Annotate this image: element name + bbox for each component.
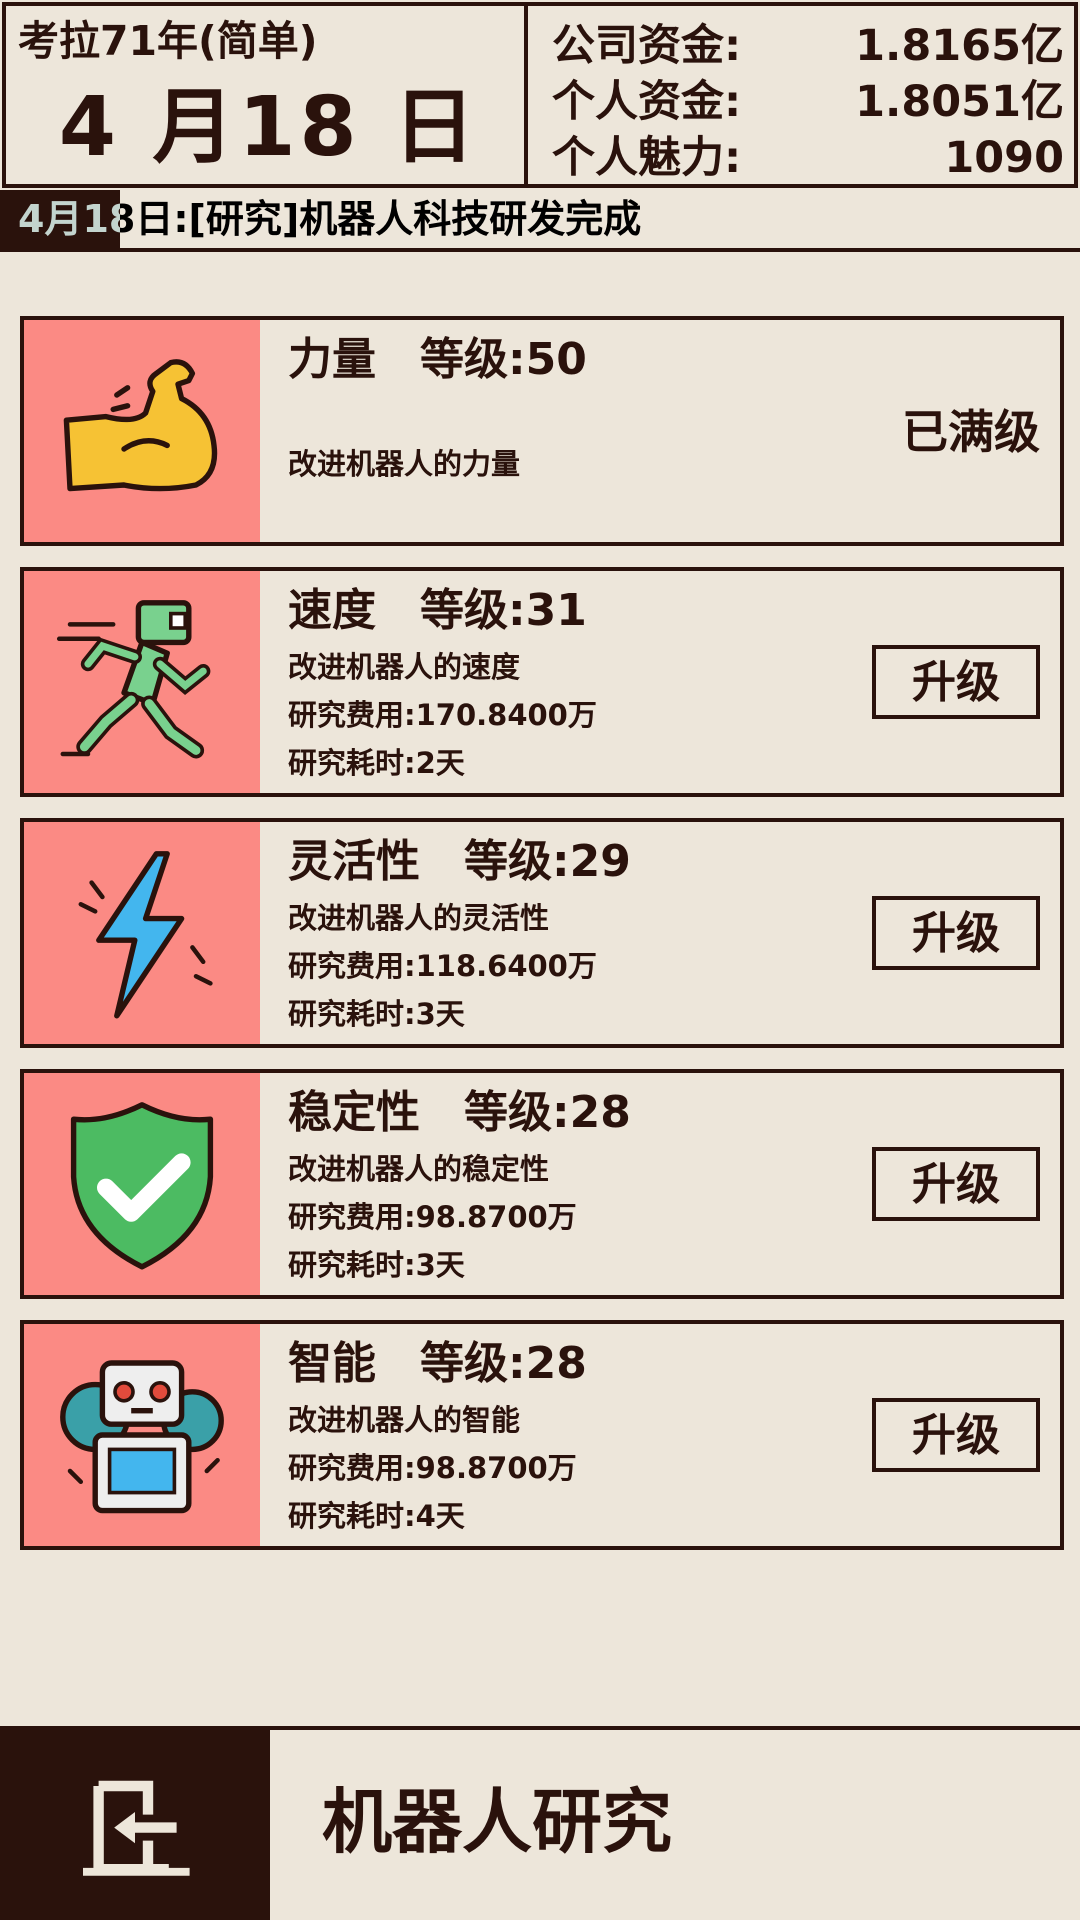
charm-row: 个人魅力: 1090 <box>552 132 1064 184</box>
company-funds-value: 1.8165亿 <box>855 21 1064 71</box>
research-duration: 研究耗时:3天 <box>288 1248 465 1282</box>
funds-panel: 公司资金: 1.8165亿 个人资金: 1.8051亿 个人魅力: 1090 <box>528 2 1078 188</box>
current-date: 4 月18 日 <box>58 80 480 175</box>
research-duration: 研究耗时:3天 <box>288 997 465 1031</box>
page-title: 机器人研究 <box>322 1781 672 1863</box>
company-funds-row: 公司资金: 1.8165亿 <box>552 20 1064 72</box>
lightning-bolt-icon <box>78 851 213 1019</box>
flexed-arm-icon <box>63 359 218 492</box>
research-description: 改进机器人的速度 <box>288 650 521 684</box>
research-duration: 研究耗时:4天 <box>288 1499 465 1533</box>
research-duration: 研究耗时:2天 <box>288 746 465 780</box>
icon-panel <box>24 571 260 793</box>
personal-funds-label: 个人资金: <box>552 77 742 127</box>
game-mode-label: 考拉71年(简单) <box>18 17 318 65</box>
research-description: 改进机器人的稳定性 <box>288 1152 550 1186</box>
research-title: 速度 等级:31 <box>288 585 587 636</box>
research-description: 改进机器人的力量 <box>288 447 521 481</box>
research-description: 改进机器人的灵活性 <box>288 901 550 935</box>
icon-panel <box>24 320 260 542</box>
research-card-agility: 灵活性 等级:29 改进机器人的灵活性 研究费用:118.6400万 研究耗时:… <box>20 818 1064 1048</box>
exit-icon <box>83 1780 190 1876</box>
personal-funds-row: 个人资金: 1.8051亿 <box>552 76 1064 128</box>
personal-funds-value: 1.8051亿 <box>855 77 1064 127</box>
research-card-speed: 速度 等级:31 改进机器人的速度 研究费用:170.8400万 研究耗时:2天… <box>20 567 1064 797</box>
robot-gear-icon <box>60 1360 224 1514</box>
research-title: 灵活性 等级:29 <box>288 836 631 887</box>
research-cost: 研究费用:98.8700万 <box>288 1451 577 1485</box>
upgrade-button-stability[interactable]: 升级 <box>872 1147 1040 1221</box>
upgrade-button-intelligence[interactable]: 升级 <box>872 1398 1040 1472</box>
research-cost: 研究费用:98.8700万 <box>288 1200 577 1234</box>
header: 考拉71年(简单) 4 月18 日 公司资金: 1.8165亿 个人资金: 1.… <box>0 0 1080 190</box>
research-title: 智能 等级:28 <box>288 1338 587 1389</box>
icon-panel <box>24 1324 260 1546</box>
ticker-text: 4月18日:[研究]机器人科技研发完成 <box>18 197 642 241</box>
back-button[interactable] <box>0 1730 270 1920</box>
icon-panel <box>24 822 260 1044</box>
research-card-stability: 稳定性 等级:28 改进机器人的稳定性 研究费用:98.8700万 研究耗时:3… <box>20 1069 1064 1299</box>
charm-value: 1090 <box>944 133 1064 183</box>
upgrade-button-agility[interactable]: 升级 <box>872 896 1040 970</box>
shield-check-icon <box>70 1102 214 1270</box>
research-cost: 研究费用:118.6400万 <box>288 949 597 983</box>
footer: 机器人研究 <box>0 1726 1080 1920</box>
research-description: 改进机器人的智能 <box>288 1403 521 1437</box>
news-ticker: 4月18日:[研究]机器人科技研发完成 <box>0 190 1080 252</box>
research-card-intelligence: 智能 等级:28 改进机器人的智能 研究费用:98.8700万 研究耗时:4天 … <box>20 1320 1064 1550</box>
research-card-strength: 力量 等级:50 改进机器人的力量 已满级 <box>20 316 1064 546</box>
maxed-status: 已满级 <box>902 405 1040 459</box>
research-cost: 研究费用:170.8400万 <box>288 698 597 732</box>
date-panel: 考拉71年(简单) 4 月18 日 <box>2 2 528 188</box>
charm-label: 个人魅力: <box>552 133 742 183</box>
research-title: 稳定性 等级:28 <box>288 1087 631 1138</box>
research-title: 力量 等级:50 <box>288 334 587 385</box>
icon-panel <box>24 1073 260 1295</box>
upgrade-button-speed[interactable]: 升级 <box>872 645 1040 719</box>
running-robot-icon <box>56 600 211 759</box>
company-funds-label: 公司资金: <box>552 21 742 71</box>
